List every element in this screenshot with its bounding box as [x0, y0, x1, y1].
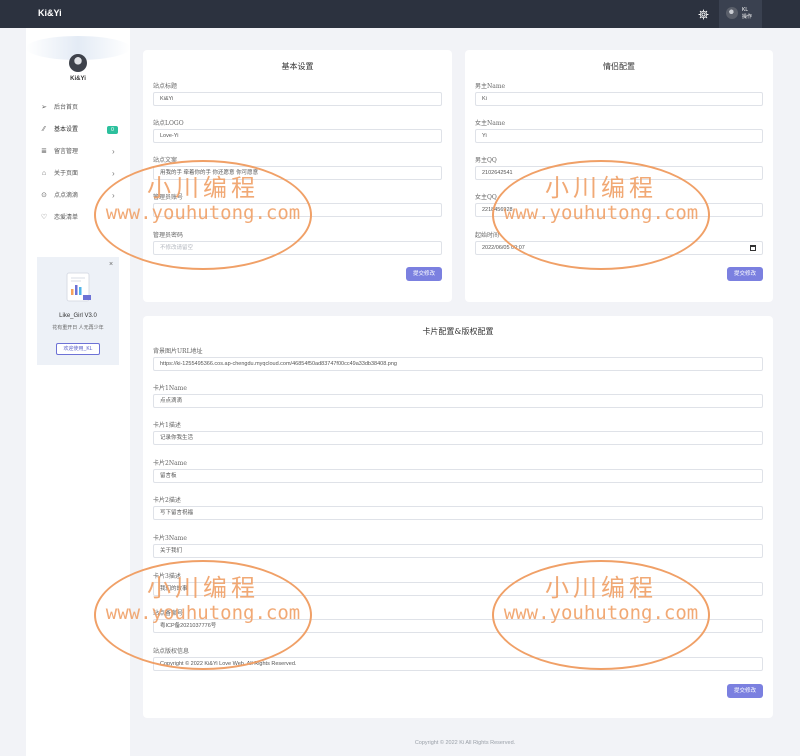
watermark: 小川编程 www.youhutong.com	[492, 160, 710, 270]
brand-logo[interactable]: Ki&Yi	[38, 8, 62, 18]
field-label: 男主Name	[475, 83, 506, 90]
sidebar-item-label: 基本设置	[54, 127, 79, 133]
watermark: 小川编程 www.youhutong.com	[492, 560, 710, 670]
submit-button[interactable]: 提交修改	[406, 267, 442, 281]
promo-title: Like_Girl V3.0	[59, 313, 97, 319]
card2-desc-input[interactable]: 写下留言祝福	[153, 506, 763, 520]
watermark: 小川编程 www.youhutong.com	[94, 160, 312, 270]
watermark-text: 小川编程	[147, 574, 259, 602]
background-url-input[interactable]: https://ki-1255495366.cos.ap-chengdu.myq…	[153, 357, 763, 371]
field-label: 站点标题	[153, 83, 178, 90]
card-title: 基本设置	[281, 62, 314, 71]
calendar-icon[interactable]	[750, 245, 756, 251]
card1-name-input[interactable]: 点点滴滴	[153, 394, 763, 408]
chevron-right-icon: ›	[112, 147, 115, 156]
welcome-button[interactable]: 欢迎使用_KL	[56, 343, 100, 355]
card1-desc-input[interactable]: 记录你我生活	[153, 431, 763, 445]
watermark-url: www.youhutong.com	[503, 602, 699, 624]
user-role: 操作	[742, 14, 753, 20]
send-icon: ➢	[41, 104, 47, 111]
sidebar-item-label: 点点滴滴	[54, 193, 79, 199]
map-pin-icon: ⊙	[41, 192, 47, 199]
sidebar-item-home[interactable]: ➢ 后台首页	[26, 101, 130, 115]
male-name-input[interactable]: Ki	[475, 92, 763, 106]
profile-avatar	[69, 54, 87, 72]
sidebar-item-label: 后台首页	[54, 105, 79, 111]
watermark-text: 小川编程	[545, 174, 657, 202]
page-footer: Copyright © 2022 Ki All Rights Reserved.	[414, 740, 516, 746]
sidebar-item-label: 留言管理	[54, 149, 79, 155]
watermark-url: www.youhutong.com	[105, 602, 301, 624]
list-icon: ≣	[41, 148, 47, 155]
sidebar-item-label: 关于页面	[54, 171, 79, 177]
card-title: 情侣配置	[603, 62, 635, 71]
sidebar-item-messages[interactable]: ≣ 留言管理 ›	[26, 145, 130, 159]
watermark-text: 小川编程	[545, 574, 657, 602]
tag-icon: ⌂	[41, 170, 47, 177]
card2-name-input[interactable]: 留言板	[153, 469, 763, 483]
watermark: 小川编程 www.youhutong.com	[94, 560, 312, 670]
site-title-input[interactable]: Ki&Yi	[153, 92, 442, 106]
submit-button[interactable]: 提交修改	[727, 684, 763, 698]
gear-icon[interactable]	[698, 9, 709, 20]
report-illustration-icon	[66, 272, 91, 302]
card-title: 卡片配置&版权配置	[422, 327, 494, 336]
submit-button[interactable]: 提交修改	[727, 267, 763, 281]
field-label: 卡片2描述	[153, 497, 181, 504]
code-icon: ⁄⁄	[42, 126, 46, 133]
field-label: 卡片2Name	[153, 460, 187, 467]
female-name-input[interactable]: Yi	[475, 129, 763, 143]
watermark-url: www.youhutong.com	[503, 202, 699, 224]
user-menu[interactable]: KL 操作	[719, 0, 762, 28]
profile-name: Ki&Yi	[70, 76, 86, 82]
status-badge: 0	[107, 126, 118, 134]
field-label: 站点LOGO	[153, 120, 184, 127]
user-name: KL	[742, 7, 749, 13]
field-label: 背景图片URL地址	[153, 348, 203, 355]
watermark-url: www.youhutong.com	[105, 202, 301, 224]
sidebar-item-label: 恋爱清单	[54, 215, 79, 221]
field-label: 卡片3Name	[153, 535, 187, 542]
promo-card: × Like_Girl V3.0 花有重开日 人无再少年 欢迎使用_KL	[37, 257, 119, 365]
heart-icon: ♡	[40, 214, 48, 221]
top-navbar: Ki&Yi KL 操作	[0, 0, 800, 28]
sidebar-item-basic-settings[interactable]: ⁄⁄ 基本设置 0	[26, 123, 130, 137]
field-label: 卡片1描述	[153, 422, 181, 429]
field-label: 卡片1Name	[153, 385, 187, 392]
card3-name-input[interactable]: 关于我们	[153, 544, 763, 558]
field-label: 女主Name	[475, 120, 506, 127]
promo-subtitle: 花有重开日 人无再少年	[52, 325, 104, 331]
site-logo-input[interactable]: Love-Yi	[153, 129, 442, 143]
watermark-text: 小川编程	[147, 174, 259, 202]
avatar	[726, 7, 738, 19]
